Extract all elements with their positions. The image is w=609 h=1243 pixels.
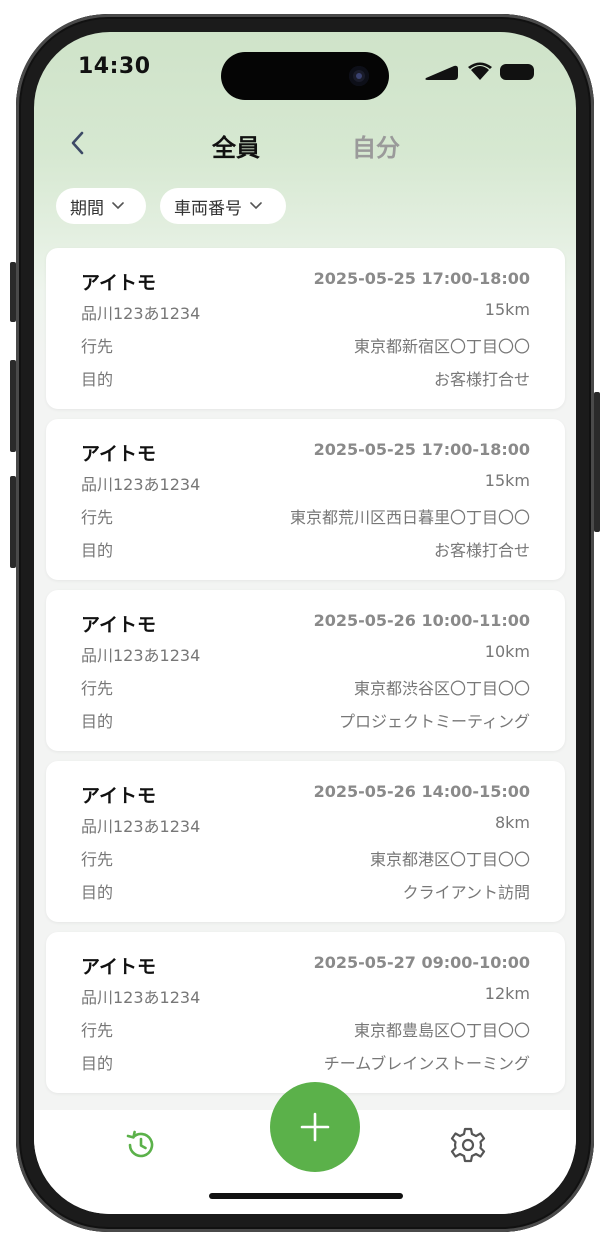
destination-label: 行先 [81, 850, 114, 869]
vehicle-plate: 品川123あ1234 [81, 475, 201, 494]
wifi-icon [468, 62, 492, 80]
driver-name: アイトモ [81, 956, 157, 978]
destination-label: 行先 [81, 337, 114, 356]
driver-name: アイトモ [81, 272, 157, 294]
battery-icon [500, 64, 534, 80]
filter-period[interactable]: 期間 [56, 188, 146, 224]
purpose-label: 目的 [81, 370, 114, 389]
distance: 15km [484, 471, 530, 490]
power-button [594, 392, 600, 532]
record-card[interactable]: アイトモ 2025-05-25 17:00-18:00 品川123あ1234 15… [46, 248, 565, 409]
gear-icon[interactable] [449, 1126, 487, 1164]
record-card[interactable]: アイトモ 2025-05-27 09:00-10:00 品川123あ1234 12… [46, 932, 565, 1093]
distance: 8km [494, 813, 530, 832]
distance: 12km [484, 984, 530, 1003]
driver-name: アイトモ [81, 443, 157, 465]
app-screen: 14:30 全員 自分 期間 車両番号 アイトモ 2025-05-25 17:0… [34, 32, 576, 1214]
distance: 10km [484, 642, 530, 661]
dynamic-island [221, 52, 389, 100]
status-time: 14:30 [78, 54, 151, 79]
purpose-value: チームブレインストーミング [323, 1054, 530, 1073]
record-datetime: 2025-05-25 17:00-18:00 [313, 440, 530, 459]
record-datetime: 2025-05-26 14:00-15:00 [313, 782, 530, 801]
tab-all-members[interactable]: 全員 [212, 128, 260, 163]
record-card[interactable]: アイトモ 2025-05-26 10:00-11:00 品川123あ1234 10… [46, 590, 565, 751]
history-icon[interactable] [124, 1128, 158, 1162]
chevron-down-icon [250, 202, 262, 210]
record-datetime: 2025-05-27 09:00-10:00 [313, 953, 530, 972]
purpose-value: プロジェクトミーティング [338, 712, 530, 731]
distance: 15km [484, 300, 530, 319]
driver-name: アイトモ [81, 614, 157, 636]
purpose-label: 目的 [81, 883, 114, 902]
filter-vehicle-number[interactable]: 車両番号 [160, 188, 286, 224]
destination-label: 行先 [81, 1021, 114, 1040]
destination-label: 行先 [81, 508, 114, 527]
filter-period-label: 期間 [70, 198, 104, 219]
destination-value: 東京都渋谷区〇丁目〇〇 [353, 679, 530, 698]
chevron-down-icon [112, 202, 124, 210]
purpose-label: 目的 [81, 541, 114, 560]
destination-value: 東京都新宿区〇丁目〇〇 [353, 337, 530, 356]
destination-value: 東京都豊島区〇丁目〇〇 [353, 1021, 530, 1040]
purpose-value: お客様打合せ [433, 370, 530, 389]
filter-vehicle-label: 車両番号 [174, 198, 242, 219]
record-datetime: 2025-05-26 10:00-11:00 [313, 611, 530, 630]
tab-mine[interactable]: 自分 [352, 128, 400, 163]
purpose-label: 目的 [81, 712, 114, 731]
vehicle-plate: 品川123あ1234 [81, 988, 201, 1007]
record-datetime: 2025-05-25 17:00-18:00 [313, 269, 530, 288]
record-card[interactable]: アイトモ 2025-05-26 14:00-15:00 品川123あ1234 8k… [46, 761, 565, 922]
vehicle-plate: 品川123あ1234 [81, 304, 201, 323]
vehicle-plate: 品川123あ1234 [81, 817, 201, 836]
add-record-button[interactable] [270, 1082, 360, 1172]
record-card[interactable]: アイトモ 2025-05-25 17:00-18:00 品川123あ1234 15… [46, 419, 565, 580]
driver-name: アイトモ [81, 785, 157, 807]
signal-icon [425, 65, 458, 80]
purpose-label: 目的 [81, 1054, 114, 1073]
purpose-value: クライアント訪問 [402, 883, 530, 902]
destination-value: 東京都港区〇丁目〇〇 [369, 850, 530, 869]
home-indicator [209, 1193, 403, 1199]
back-chevron-icon[interactable] [66, 128, 90, 158]
purpose-value: お客様打合せ [433, 541, 530, 560]
vehicle-plate: 品川123あ1234 [81, 646, 201, 665]
front-camera [349, 66, 369, 86]
plus-icon [300, 1112, 330, 1142]
destination-value: 東京都荒川区西日暮里〇丁目〇〇 [289, 508, 530, 527]
destination-label: 行先 [81, 679, 114, 698]
phone-frame: 14:30 全員 自分 期間 車両番号 アイトモ 2025-05-25 17:0… [16, 14, 594, 1232]
